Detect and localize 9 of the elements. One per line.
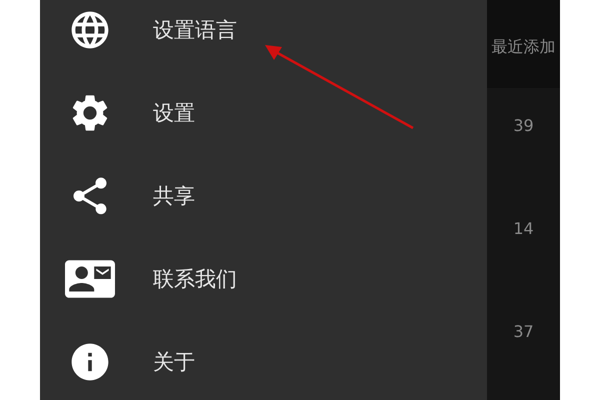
column-heading: 最近添加 — [492, 36, 556, 58]
menu-item[interactable]: 共享 — [40, 154, 487, 237]
count-text: 39 — [513, 116, 534, 135]
menu-item[interactable]: 关于 — [40, 320, 487, 400]
menu-item[interactable]: 联系我们 — [40, 237, 487, 320]
menu-item[interactable]: 设置语言 — [40, 0, 487, 71]
menu-item[interactable]: 设置 — [40, 71, 487, 154]
count-text: 14 — [513, 219, 534, 238]
count-text: 37 — [513, 322, 534, 341]
